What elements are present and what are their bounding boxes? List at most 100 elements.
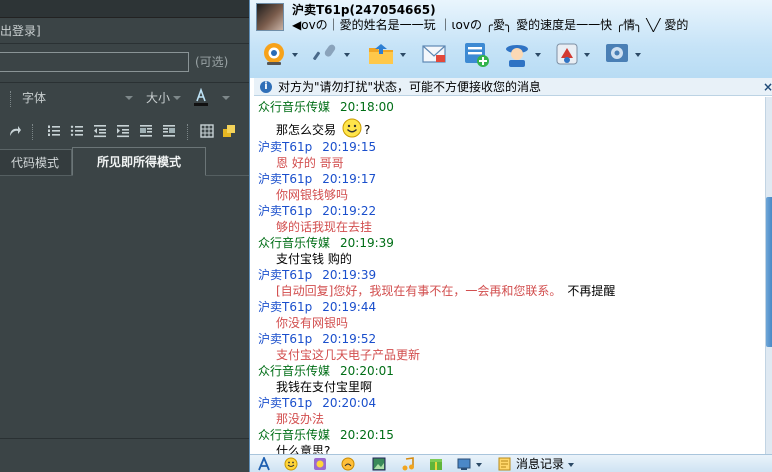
editor-pane: 出登录] (可选) 字体 大小 代码模式 所见即所得模式 <box>0 0 249 472</box>
message-header: 众行音乐传媒 20:19:39 <box>258 235 394 251</box>
table-icon[interactable] <box>200 124 214 138</box>
message-time: 20:19:15 <box>322 140 377 154</box>
redo-icon[interactable] <box>8 124 22 138</box>
remote-assist-dropdown-arrow[interactable] <box>535 53 541 57</box>
message-text: 那怎么交易 <box>276 123 337 137</box>
message-header: 众行音乐传媒 20:18:00 <box>258 99 394 115</box>
magic-emoji-icon[interactable] <box>313 457 327 471</box>
video-call-icon[interactable] <box>261 40 289 68</box>
font-color-dropdown-arrow[interactable] <box>222 96 230 100</box>
screenshot-icon[interactable] <box>457 457 471 471</box>
settings-dropdown-arrow[interactable] <box>635 53 641 57</box>
toolbar-grip <box>187 124 189 140</box>
video-call-dropdown-arrow[interactable] <box>292 53 298 57</box>
title-input[interactable] <box>0 52 189 72</box>
avatar[interactable] <box>256 3 284 31</box>
toolbar-grip <box>32 124 34 140</box>
message-time: 20:19:39 <box>322 268 377 282</box>
indent-icon[interactable] <box>116 124 130 138</box>
message-sender: 沪卖T61p <box>258 268 313 282</box>
auto-reply-message: [自动回复]您好，我现在有事不在，一会再和您联系。 不再提醒 <box>276 283 615 299</box>
message-header: 沪卖T61p 20:19:17 <box>258 171 376 187</box>
tab-wysiwyg-mode[interactable]: 所见即所得模式 <box>72 147 206 176</box>
message-time: 20:20:01 <box>340 364 394 378</box>
send-file-dropdown-arrow[interactable] <box>400 53 406 57</box>
message-sender: 沪卖T61p <box>258 300 313 314</box>
email-icon[interactable] <box>420 40 448 68</box>
message-history-dropdown-arrow[interactable] <box>568 463 574 467</box>
message-text: [自动回复]您好，我现在有事不在，一会再和您联系。 <box>276 284 562 298</box>
message-history-button[interactable]: 消息记录 <box>516 456 564 472</box>
size-select[interactable]: 大小 <box>146 90 170 106</box>
message-time: 20:19:52 <box>322 332 377 346</box>
message-text: 那没办法 <box>276 412 325 426</box>
size-dropdown-arrow[interactable] <box>173 96 181 100</box>
music-icon[interactable] <box>401 457 415 471</box>
message-time: 20:19:39 <box>340 236 394 250</box>
chat-scrollbar[interactable] <box>765 97 772 454</box>
message-text: 什么意思? <box>276 444 331 454</box>
message-history-icon[interactable] <box>498 457 512 471</box>
editor-top-bar <box>0 0 249 18</box>
game-dropdown-arrow[interactable] <box>584 53 590 57</box>
message-text: 你没有网银吗 <box>276 316 349 330</box>
ordered-list-icon[interactable] <box>47 124 61 138</box>
remote-assist-icon[interactable] <box>503 40 531 68</box>
logout-link[interactable]: 出登录] <box>0 22 41 40</box>
insert-image-icon[interactable] <box>222 124 236 138</box>
font-style-icon[interactable] <box>257 457 271 471</box>
message-sender: 沪卖T61p <box>258 172 313 186</box>
game-icon[interactable] <box>553 40 581 68</box>
message-sender: 众行音乐传媒 <box>258 100 331 114</box>
font-color-icon[interactable] <box>193 88 209 106</box>
align-right-icon[interactable] <box>162 124 176 138</box>
message-header: 众行音乐传媒 20:20:01 <box>258 363 394 379</box>
gift-icon[interactable] <box>429 457 443 471</box>
message-header: 沪卖T61p 20:19:52 <box>258 331 376 347</box>
close-icon[interactable]: × <box>763 79 772 95</box>
message-sender: 沪卖T61p <box>258 204 313 218</box>
notice-text: 对方为"请勿打扰"状态，可能不方便接收您的消息 <box>278 80 542 94</box>
contact-signature: ◀ovの｜愛的姓名是一一玩 ｜ιovの ╭愛╮ 愛的速度是一一快 ╭情╮ ╲╱ … <box>292 18 689 32</box>
screenshot-dropdown-arrow[interactable] <box>476 463 482 467</box>
scrollbar-thumb[interactable] <box>766 197 772 347</box>
message-time: 20:19:22 <box>322 204 377 218</box>
message-text: 你网银钱够吗 <box>276 188 349 202</box>
emoji-icon[interactable] <box>284 457 298 471</box>
contact-name: 沪卖T61p(247054665) <box>292 3 436 17</box>
divider <box>0 82 249 83</box>
font-select[interactable]: 字体 <box>22 90 46 106</box>
do-not-remind-link[interactable]: 不再提醒 <box>567 284 615 298</box>
message-list: 众行音乐传媒 20:18:00 那怎么交易 ? 沪卖T61p 20:19:15 恩 … <box>250 97 765 454</box>
voice-call-dropdown-arrow[interactable] <box>344 53 350 57</box>
chat-window: 沪卖T61p(247054665) ◀ovの｜愛的姓名是一一玩 ｜ιovの ╭愛… <box>249 0 772 472</box>
message-time: 20:20:15 <box>340 428 394 442</box>
message-header: 沪卖T61p 20:19:15 <box>258 139 376 155</box>
outdent-icon[interactable] <box>93 124 107 138</box>
settings-icon[interactable] <box>603 40 631 68</box>
align-left-icon[interactable] <box>139 124 153 138</box>
message-sender: 沪卖T61p <box>258 332 313 346</box>
message-header: 沪卖T61p 20:20:04 <box>258 395 376 411</box>
message-text: 支付宝钱 购的 <box>276 252 352 266</box>
shake-window-icon[interactable] <box>341 457 355 471</box>
message-header: 沪卖T61p 20:19:39 <box>258 267 376 283</box>
divider <box>0 43 249 44</box>
message-time: 20:19:44 <box>322 300 377 314</box>
message-text: 够的话我现在去挂 <box>276 220 373 234</box>
message-header: 沪卖T61p 20:19:44 <box>258 299 376 315</box>
bullet-list-icon[interactable] <box>70 124 84 138</box>
optional-label: (可选) <box>195 55 229 69</box>
add-app-icon[interactable] <box>462 40 490 68</box>
font-dropdown-arrow[interactable] <box>125 96 133 100</box>
voice-call-icon[interactable] <box>313 40 341 68</box>
message-time: 20:20:04 <box>322 396 377 410</box>
send-file-icon[interactable] <box>367 40 395 68</box>
image-icon[interactable] <box>372 457 386 471</box>
message-time: 20:19:17 <box>322 172 377 186</box>
message-text: 支付宝这几天电子产品更新 <box>276 348 421 362</box>
tab-code-mode[interactable]: 代码模式 <box>0 149 72 176</box>
message-sender: 众行音乐传媒 <box>258 236 331 250</box>
message-suffix: ? <box>364 123 371 137</box>
info-icon: i <box>260 81 272 93</box>
